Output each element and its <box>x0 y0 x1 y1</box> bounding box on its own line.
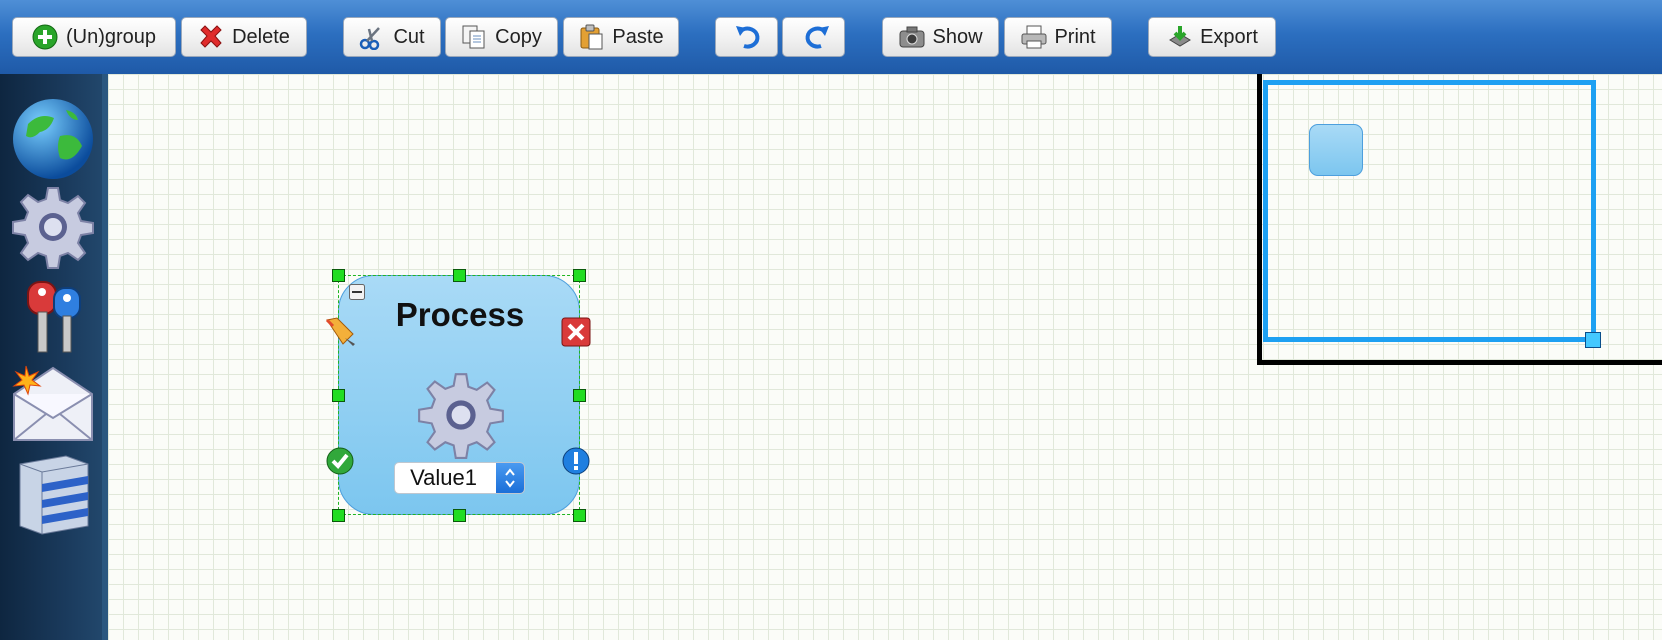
check-icon[interactable] <box>325 446 355 476</box>
viewport-resize-handle[interactable] <box>1585 332 1601 348</box>
resize-handle-n[interactable] <box>453 269 466 282</box>
resize-handle-ne[interactable] <box>573 269 586 282</box>
value-select-text: Value1 <box>410 465 477 490</box>
copy-label: Copy <box>495 25 542 48</box>
select-arrows-icon <box>496 463 524 493</box>
value-select[interactable]: Value1 <box>394 462 525 494</box>
camera-icon <box>898 24 925 50</box>
export-button[interactable]: Export <box>1148 17 1276 57</box>
sidebar-item-database[interactable] <box>10 450 96 536</box>
resize-handle-sw[interactable] <box>332 509 345 522</box>
show-label: Show <box>932 25 983 48</box>
globe-icon <box>13 99 93 179</box>
ungroup-label: (Un)group <box>65 25 157 48</box>
database-icon <box>19 455 89 535</box>
resize-handle-s[interactable] <box>453 509 466 522</box>
node-title: Process <box>395 296 525 333</box>
plus-circle-icon <box>32 24 58 50</box>
ungroup-button[interactable]: (Un)group <box>12 17 176 57</box>
shape-palette <box>0 74 108 640</box>
delete-button[interactable]: Delete <box>181 17 307 57</box>
print-label: Print <box>1054 25 1096 48</box>
undo-button[interactable] <box>715 17 778 57</box>
process-node[interactable]: Process Value1 <box>338 275 580 515</box>
delete-label: Delete <box>232 25 290 48</box>
resize-handle-e[interactable] <box>573 389 586 402</box>
sidebar-item-globe[interactable] <box>10 96 96 182</box>
resize-handle-nw[interactable] <box>332 269 345 282</box>
copy-button[interactable]: Copy <box>445 17 558 57</box>
overview-node-thumbnail <box>1309 124 1363 176</box>
export-icon <box>1166 24 1192 50</box>
warning-icon[interactable] <box>561 446 591 476</box>
redo-icon <box>801 24 829 50</box>
remove-node-icon[interactable] <box>561 317 591 347</box>
keys-icon <box>27 281 81 353</box>
cut-label: Cut <box>393 25 425 48</box>
clipboard-icon <box>578 24 604 50</box>
sidebar-item-keys[interactable] <box>10 272 96 358</box>
resize-handle-w[interactable] <box>332 389 345 402</box>
overview-viewport[interactable] <box>1263 80 1596 342</box>
export-label: Export <box>1200 25 1258 48</box>
undo-icon <box>734 24 760 50</box>
gear-icon <box>12 187 94 269</box>
show-button[interactable]: Show <box>882 17 999 57</box>
delete-x-icon <box>198 24 224 50</box>
copy-icon <box>461 24 487 50</box>
edit-pencil-icon[interactable] <box>325 316 357 348</box>
toolbar: (Un)group Delete Cut Copy Paste Show Pri… <box>0 0 1662 75</box>
gear-icon <box>418 373 504 459</box>
sidebar-item-mail[interactable] <box>10 360 96 446</box>
print-button[interactable]: Print <box>1004 17 1112 57</box>
mail-icon <box>12 365 93 441</box>
collapse-icon[interactable] <box>349 284 365 300</box>
paste-label: Paste <box>612 25 664 48</box>
sidebar-item-gear[interactable] <box>10 184 96 270</box>
printer-icon <box>1020 24 1047 50</box>
redo-button[interactable] <box>782 17 845 57</box>
cut-button[interactable]: Cut <box>343 17 441 57</box>
resize-handle-se[interactable] <box>573 509 586 522</box>
paste-button[interactable]: Paste <box>563 17 679 57</box>
scissors-icon <box>359 24 385 51</box>
